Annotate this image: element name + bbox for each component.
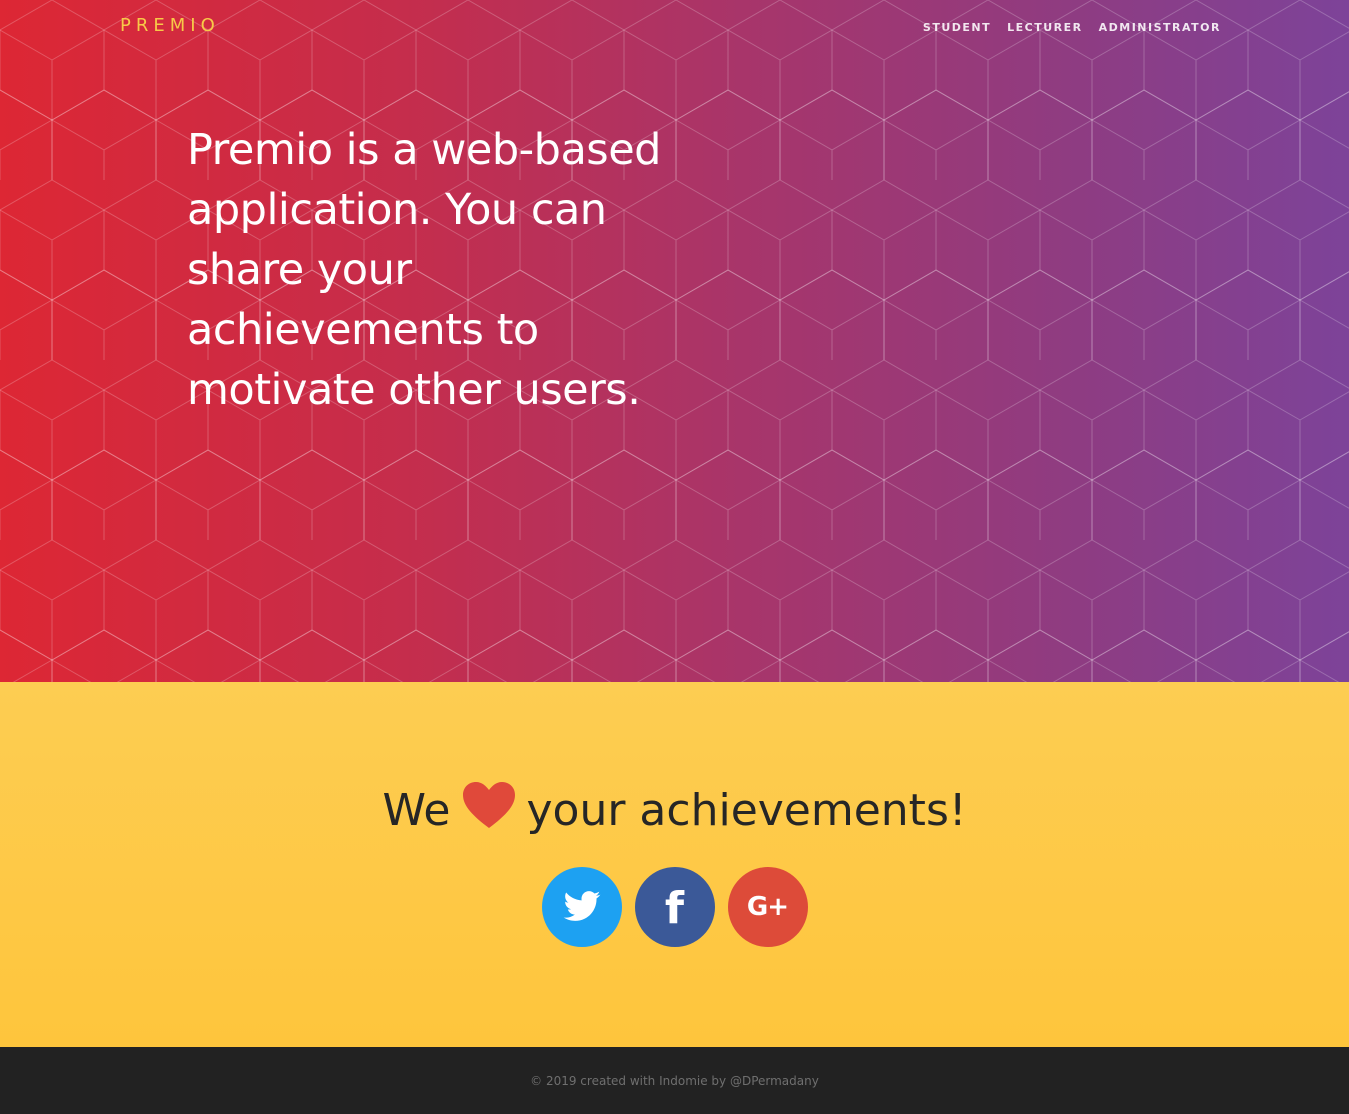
hero-headline: Premio is a web-based application. You c… <box>187 125 661 415</box>
nav-administrator-link[interactable]: ADMINISTRATOR <box>1099 21 1221 34</box>
facebook-button[interactable]: f <box>634 867 715 947</box>
google-plus-icon: G+ <box>746 892 789 922</box>
tagline-after: your achievements! <box>526 785 967 836</box>
twitter-icon <box>563 891 600 921</box>
twitter-button[interactable] <box>541 867 622 947</box>
social-links: f G+ <box>0 867 1349 947</box>
love-section: We your achievements! f G+ <box>0 682 1349 1047</box>
top-nav: STUDENT LECTURER ADMINISTRATOR <box>923 21 1221 34</box>
tagline-before: We <box>382 785 451 836</box>
footer: © 2019 created with Indomie by @DPermada… <box>0 1047 1349 1114</box>
google-plus-button[interactable]: G+ <box>727 867 808 947</box>
brand-logo[interactable]: PREMIO <box>120 15 220 36</box>
hero-section: PREMIO STUDENT LECTURER ADMINISTRATOR Pr… <box>0 0 1349 682</box>
tagline: We your achievements! <box>0 780 1349 839</box>
footer-credit: © 2019 created with Indomie by @DPermada… <box>530 1073 819 1088</box>
nav-student-link[interactable]: STUDENT <box>923 21 991 34</box>
heart-icon <box>462 782 515 828</box>
facebook-icon: f <box>664 883 685 934</box>
nav-lecturer-link[interactable]: LECTURER <box>1007 21 1083 34</box>
